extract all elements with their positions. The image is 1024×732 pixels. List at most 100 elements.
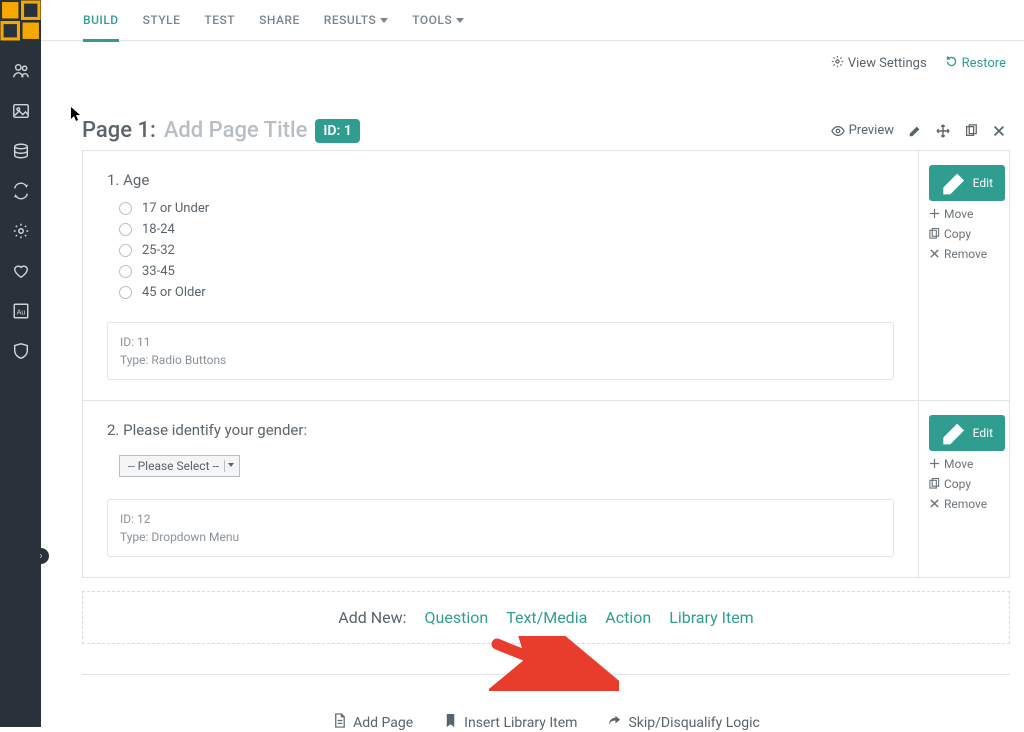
edit-question-button[interactable]: Edit bbox=[929, 165, 1005, 201]
bookmark-icon bbox=[443, 713, 458, 732]
image-icon[interactable] bbox=[0, 91, 41, 131]
question-list: 1. Age 17 or Under 18-24 25-32 33-45 45 … bbox=[82, 150, 1010, 732]
add-libraryitem-link[interactable]: Library Item bbox=[669, 608, 754, 627]
add-action-link[interactable]: Action bbox=[605, 608, 651, 627]
question-body[interactable]: 1. Age 17 or Under 18-24 25-32 33-45 45 … bbox=[83, 151, 919, 400]
tab-tools[interactable]: TOOLS bbox=[412, 0, 464, 41]
option-label: 33-45 bbox=[142, 264, 175, 279]
gold-icon[interactable]: Au bbox=[0, 291, 41, 331]
add-textmedia-link[interactable]: Text/Media bbox=[506, 608, 587, 627]
page-number-label: Page 1: bbox=[82, 118, 156, 143]
share-arrow-icon bbox=[607, 713, 622, 732]
tab-style[interactable]: STYLE bbox=[143, 0, 181, 41]
view-settings-button[interactable]: View Settings bbox=[831, 55, 927, 72]
question-meta-type: Type: Radio Buttons bbox=[120, 351, 881, 369]
remove-label: Remove bbox=[944, 247, 987, 261]
tab-test[interactable]: TEST bbox=[204, 0, 235, 41]
question-body[interactable]: 2. Please identify your gender: -- Pleas… bbox=[83, 401, 919, 577]
restore-icon bbox=[945, 55, 958, 72]
question-meta-type: Type: Dropdown Menu bbox=[120, 528, 881, 546]
add-page-button[interactable]: Add Page bbox=[332, 713, 413, 732]
restore-button[interactable]: Restore bbox=[945, 55, 1006, 72]
move-question-button[interactable]: Move bbox=[929, 457, 973, 471]
copy-question-button[interactable]: Copy bbox=[929, 227, 971, 241]
rail-expand-toggle[interactable]: › bbox=[33, 548, 49, 564]
edit-question-button[interactable]: Edit bbox=[929, 415, 1005, 451]
page-title-placeholder[interactable]: Add Page Title bbox=[164, 118, 308, 143]
radio-icon bbox=[119, 244, 132, 257]
left-rail: Au bbox=[0, 0, 41, 727]
divider bbox=[82, 674, 1010, 675]
gear-icon bbox=[831, 55, 844, 72]
refresh-icon[interactable] bbox=[0, 171, 41, 211]
option-label: 25-32 bbox=[142, 243, 175, 258]
copy-label: Copy bbox=[944, 227, 971, 241]
insert-library-label: Insert Library Item bbox=[464, 715, 577, 731]
remove-question-button[interactable]: Remove bbox=[929, 497, 987, 511]
radio-icon bbox=[119, 265, 132, 278]
database-icon[interactable] bbox=[0, 131, 41, 171]
edit-label: Edit bbox=[973, 176, 993, 190]
tab-results[interactable]: RESULTS bbox=[324, 0, 388, 41]
option-row[interactable]: 45 or Older bbox=[119, 285, 894, 300]
pencil-icon bbox=[908, 124, 922, 138]
add-question-link[interactable]: Question bbox=[425, 608, 489, 627]
add-new-label: Add New: bbox=[338, 608, 406, 627]
cursor-icon bbox=[70, 106, 82, 126]
view-settings-label: View Settings bbox=[848, 56, 927, 71]
option-row[interactable]: 25-32 bbox=[119, 243, 894, 258]
skip-logic-button[interactable]: Skip/Disqualify Logic bbox=[607, 713, 759, 732]
add-new-bar: Add New: Question Text/Media Action Libr… bbox=[82, 591, 1010, 644]
page-top-controls: View Settings Restore bbox=[831, 55, 1006, 72]
question-meta: ID: 12 Type: Dropdown Menu bbox=[107, 499, 894, 557]
move-page-button[interactable] bbox=[936, 124, 950, 138]
top-tab-bar: BUILD STYLE TEST SHARE RESULTS TOOLS bbox=[41, 0, 1024, 41]
users-icon[interactable] bbox=[0, 51, 41, 91]
question-meta: ID: 11 Type: Radio Buttons bbox=[107, 322, 894, 380]
dropdown-select[interactable]: -- Please Select -- bbox=[119, 455, 240, 477]
add-page-label: Add Page bbox=[353, 715, 413, 731]
copy-icon bbox=[964, 124, 978, 138]
heart-icon[interactable] bbox=[0, 251, 41, 291]
question-row: 2. Please identify your gender: -- Pleas… bbox=[82, 400, 1010, 578]
option-row[interactable]: 17 or Under bbox=[119, 201, 894, 216]
chevron-down-icon bbox=[228, 463, 234, 467]
question-row: 1. Age 17 or Under 18-24 25-32 33-45 45 … bbox=[82, 150, 1010, 401]
page-header: Page 1: Add Page Title ID: 1 Preview bbox=[82, 118, 1006, 143]
radio-icon bbox=[119, 223, 132, 236]
question-side-actions: Edit Move Copy Remove bbox=[919, 401, 1009, 577]
remove-page-button[interactable] bbox=[992, 124, 1006, 138]
move-label: Move bbox=[944, 457, 973, 471]
option-row[interactable]: 33-45 bbox=[119, 264, 894, 279]
restore-label: Restore bbox=[962, 56, 1006, 71]
tab-build[interactable]: BUILD bbox=[83, 0, 119, 41]
gear-icon[interactable] bbox=[0, 211, 41, 251]
remove-question-button[interactable]: Remove bbox=[929, 247, 987, 261]
copy-page-button[interactable] bbox=[964, 124, 978, 138]
page-icon bbox=[332, 713, 347, 732]
tab-share[interactable]: SHARE bbox=[259, 0, 300, 41]
radio-icon bbox=[119, 202, 132, 215]
move-question-button[interactable]: Move bbox=[929, 207, 973, 221]
copy-question-button[interactable]: Copy bbox=[929, 477, 971, 491]
option-row[interactable]: 18-24 bbox=[119, 222, 894, 237]
move-icon bbox=[936, 124, 950, 138]
insert-library-button[interactable]: Insert Library Item bbox=[443, 713, 577, 732]
page-id-badge: ID: 1 bbox=[315, 119, 359, 143]
question-side-actions: Edit Move Copy Remove bbox=[919, 151, 1009, 400]
shield-icon[interactable] bbox=[0, 331, 41, 371]
move-label: Move bbox=[944, 207, 973, 221]
dashboard-icon[interactable] bbox=[0, 0, 41, 41]
preview-button[interactable]: Preview bbox=[831, 123, 894, 138]
edit-page-button[interactable] bbox=[908, 124, 922, 138]
eye-icon bbox=[831, 124, 845, 138]
question-title: 1. Age bbox=[107, 171, 894, 189]
skip-logic-label: Skip/Disqualify Logic bbox=[628, 715, 759, 731]
question-title: 2. Please identify your gender: bbox=[107, 421, 894, 439]
close-icon bbox=[992, 124, 1006, 138]
copy-label: Copy bbox=[944, 477, 971, 491]
remove-label: Remove bbox=[944, 497, 987, 511]
preview-label: Preview bbox=[849, 123, 894, 138]
option-label: 18-24 bbox=[142, 222, 175, 237]
dropdown-selected-label: -- Please Select -- bbox=[128, 459, 219, 473]
